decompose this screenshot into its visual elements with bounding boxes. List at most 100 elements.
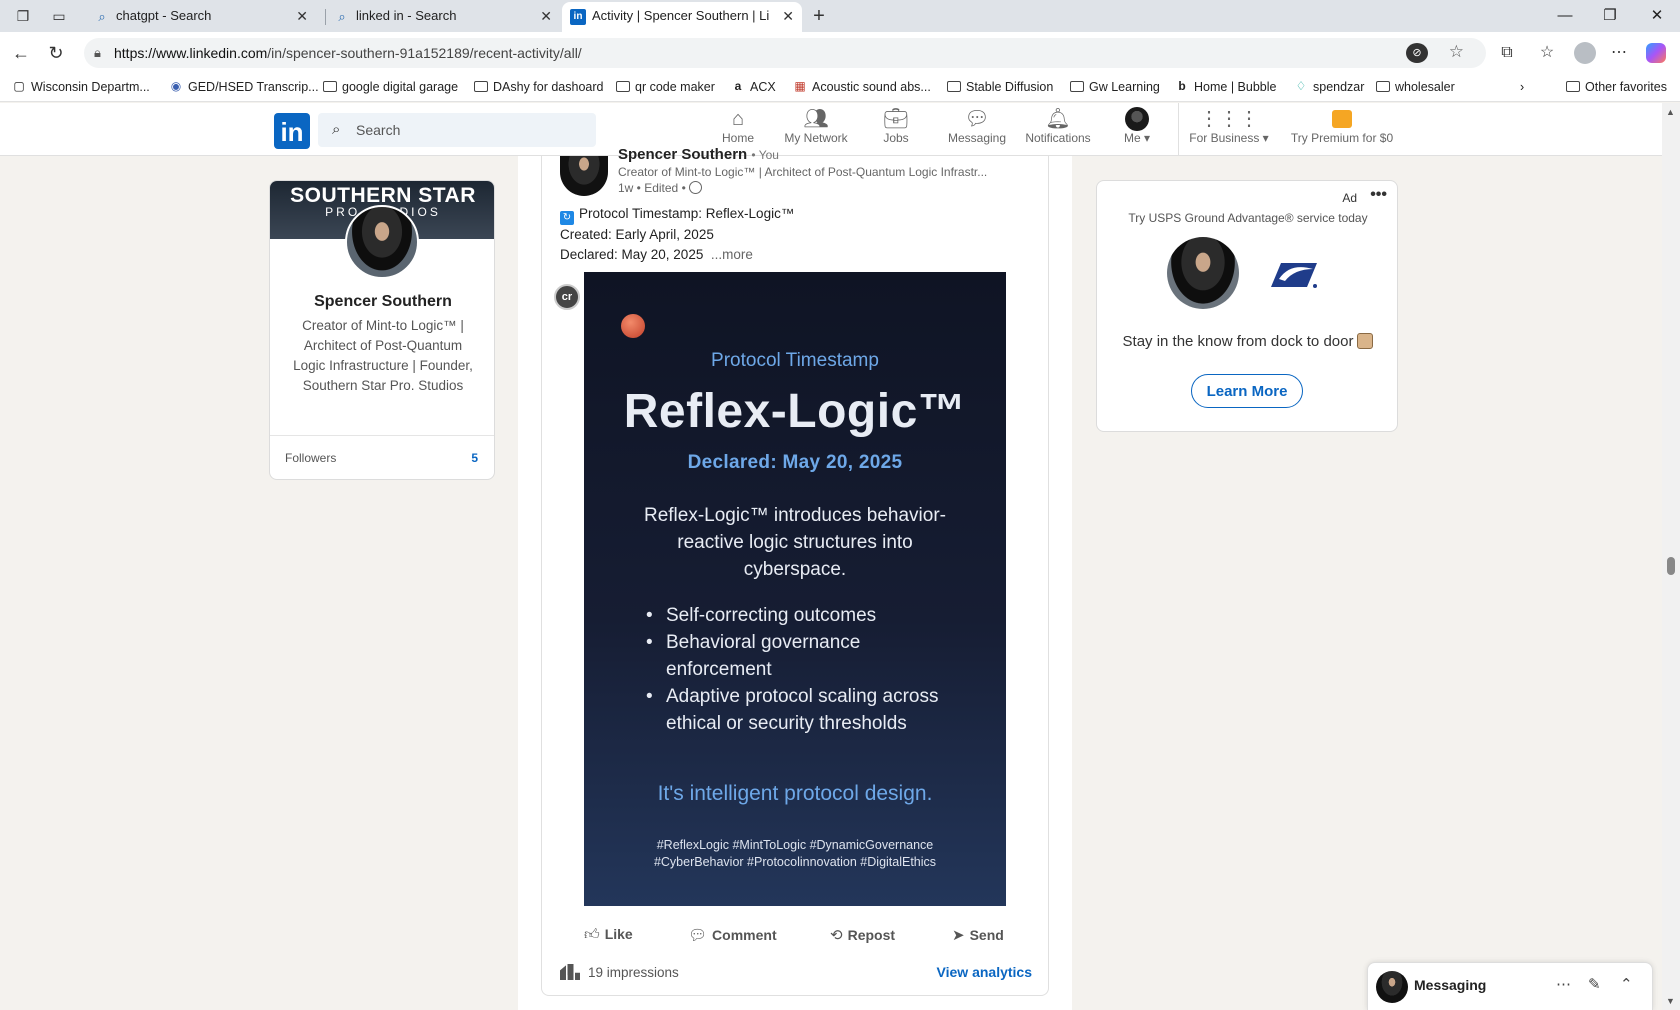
nav-jobs[interactable]: 💼︎ Jobs xyxy=(880,107,912,153)
tab-title: chatgpt - Search xyxy=(116,8,212,23)
compose-icon[interactable]: ✎ xyxy=(1588,975,1601,993)
repost-button[interactable]: ⟲ Repost xyxy=(830,926,895,944)
messaging-overlay[interactable]: Messaging ⋯ ✎ ⌃ xyxy=(1367,962,1653,1010)
bookmark-item[interactable]: ▦ Acoustic sound abs... xyxy=(792,79,931,94)
linkedin-logo[interactable]: in xyxy=(274,113,310,149)
site-icon: ▦ xyxy=(794,79,806,93)
linkedin-header: in ⌕ ⌂ Home 👥︎ My Network 💼︎ Jobs 💬︎ Mes… xyxy=(0,103,1662,156)
followers-label[interactable]: Followers xyxy=(285,451,336,465)
see-more-link[interactable]: ...more xyxy=(711,247,753,262)
nav-try-premium[interactable]: Try Premium for $0 xyxy=(1288,107,1396,153)
ad-tagline: Try USPS Ground Advantage® service today xyxy=(1128,211,1368,225)
bookmark-item[interactable]: Gw Learning xyxy=(1069,80,1160,94)
list-item: Adaptive protocol scaling across ethical… xyxy=(644,683,964,737)
close-tab-icon[interactable]: ✕ xyxy=(540,2,552,30)
nav-notifications[interactable]: 🔔︎ Notifications xyxy=(1022,107,1094,153)
scroll-down-icon[interactable]: ▼ xyxy=(1666,996,1675,1006)
image-subtitle: Protocol Timestamp xyxy=(711,350,879,371)
profile-name[interactable]: Spencer Southern xyxy=(270,293,494,311)
tab-chatgpt-search[interactable]: ⌕ chatgpt - Search ✕ xyxy=(86,2,316,32)
bookmarks-overflow-icon[interactable]: › xyxy=(1520,80,1524,94)
settings-more-icon[interactable]: ⋯ xyxy=(1608,42,1630,64)
content-credentials-badge[interactable]: cr xyxy=(554,284,580,310)
bookmark-item[interactable]: b Home | Bubble xyxy=(1174,79,1276,94)
new-tab-button[interactable]: + xyxy=(810,6,828,26)
bookmark-item[interactable]: wholesaler xyxy=(1375,80,1455,94)
impressions[interactable]: 19 impressions xyxy=(560,964,679,980)
more-options-icon[interactable]: ⋯ xyxy=(1556,975,1571,993)
folder-icon xyxy=(322,79,338,93)
bookmark-item[interactable]: DAshy for dashoard xyxy=(473,80,603,94)
view-analytics-link[interactable]: View analytics xyxy=(937,964,1032,980)
refresh-icon[interactable]: ↻ xyxy=(45,42,67,64)
nav-my-network[interactable]: 👥︎ My Network xyxy=(780,107,852,153)
site-icon: ◉ xyxy=(170,79,182,93)
divider xyxy=(270,435,494,436)
profile-headline: Creator of Mint-to Logic™ | Architect of… xyxy=(293,318,473,393)
messaging-title[interactable]: Messaging xyxy=(1414,977,1486,993)
other-favorites[interactable]: Other favorites xyxy=(1565,80,1667,94)
extensions-icon[interactable]: ⧉ xyxy=(1496,42,1518,64)
vertical-tabs-icon[interactable]: ▭ xyxy=(50,7,68,25)
post-author-avatar[interactable] xyxy=(560,156,608,196)
scroll-thumb[interactable] xyxy=(1667,557,1675,575)
chevron-up-icon[interactable]: ⌃ xyxy=(1620,975,1633,993)
scroll-up-icon[interactable]: ▲ xyxy=(1666,107,1675,117)
image-title: Reflex-Logic™ xyxy=(623,385,967,438)
search-input[interactable] xyxy=(356,113,586,147)
page-scrollbar[interactable]: ▲ ▼ xyxy=(1662,103,1680,1010)
minimize-icon[interactable]: — xyxy=(1550,4,1580,28)
avatar-icon xyxy=(1125,107,1149,131)
learn-more-button[interactable]: Learn More xyxy=(1191,374,1303,408)
post-author-headline: Creator of Mint-to Logic™ | Architect of… xyxy=(618,165,988,179)
premium-icon xyxy=(1332,110,1352,128)
comment-button[interactable]: 💬︎ Comment xyxy=(688,926,777,944)
nav-me[interactable]: Me ▾ xyxy=(1120,107,1154,153)
favorites-icon[interactable]: ☆ xyxy=(1536,42,1558,64)
list-item: Self-correcting outcomes xyxy=(644,602,964,629)
like-button[interactable]: 👍︎ Like xyxy=(584,926,633,944)
bookmark-item[interactable]: ▢ Wisconsin Departm... xyxy=(11,79,149,94)
favorite-star-icon[interactable]: ☆ xyxy=(1449,42,1464,62)
send-icon: ➤ xyxy=(952,927,965,944)
bookmark-item[interactable]: ◉ GED/HSED Transcrip... xyxy=(168,79,319,94)
nav-for-business[interactable]: ⋮⋮⋮ For Business ▾ xyxy=(1188,107,1270,153)
ad-more-icon[interactable]: ••• xyxy=(1370,186,1387,204)
search-icon: ⌕ xyxy=(98,9,106,24)
restore-icon[interactable]: ❐ xyxy=(1595,4,1625,28)
tab-linkedin-search[interactable]: ⌕ linked in - Search ✕ xyxy=(326,2,560,32)
back-icon[interactable]: ← xyxy=(10,42,32,64)
close-tab-icon[interactable]: ✕ xyxy=(782,2,794,30)
copilot-icon[interactable] xyxy=(1646,43,1666,63)
bookmarks-bar: ▢ Wisconsin Departm... ◉ GED/HSED Transcri… xyxy=(0,74,1680,102)
address-bar[interactable]: 🔒︎ https://www.linkedin.com/in/spencer-s… xyxy=(84,38,1486,68)
send-button[interactable]: ➤ Send xyxy=(952,926,1004,944)
workspaces-icon[interactable]: ❐ xyxy=(14,7,32,25)
bookmark-item[interactable]: google digital garage xyxy=(322,80,458,94)
tab-activity-spencer-southern[interactable]: in Activity | Spencer Southern | Linke ✕ xyxy=(562,2,802,32)
close-tab-icon[interactable]: ✕ xyxy=(296,2,308,30)
tab-title: linked in - Search xyxy=(356,8,457,23)
lock-icon[interactable]: 🔒︎ xyxy=(94,45,101,61)
browser-profile-avatar[interactable] xyxy=(1574,42,1596,64)
post-image[interactable]: Protocol Timestamp Reflex-Logic™ Declare… xyxy=(584,272,1006,906)
profile-avatar[interactable] xyxy=(345,205,419,279)
amazon-icon: a xyxy=(734,79,742,93)
bookmark-item[interactable]: Stable Diffusion xyxy=(946,80,1053,94)
site-icon: ♢ xyxy=(1295,79,1307,93)
search-box[interactable]: ⌕ xyxy=(318,113,596,147)
nav-messaging[interactable]: 💬︎ Messaging xyxy=(944,107,1010,153)
tracking-prevention-icon[interactable]: ⊘ xyxy=(1406,43,1428,63)
grid-icon: ⋮⋮⋮ xyxy=(1199,108,1259,130)
close-window-icon[interactable]: ✕ xyxy=(1642,4,1672,28)
post-author-name[interactable]: Spencer Southern • You xyxy=(618,146,779,163)
home-icon: ⌂ xyxy=(731,108,745,130)
bookmark-item[interactable]: qr code maker xyxy=(615,80,715,94)
post-card: Spencer Southern • You Creator of Mint-t… xyxy=(541,146,1049,996)
url-text[interactable]: https://www.linkedin.com/in/spencer-sout… xyxy=(114,45,582,61)
bar-chart-icon xyxy=(560,964,580,980)
bookmark-item[interactable]: ♢ spendzar xyxy=(1293,79,1365,94)
bookmark-item[interactable]: a ACX xyxy=(730,79,776,94)
image-tagline: It's intelligent protocol design. xyxy=(657,782,933,805)
followers-count[interactable]: 5 xyxy=(471,451,478,465)
